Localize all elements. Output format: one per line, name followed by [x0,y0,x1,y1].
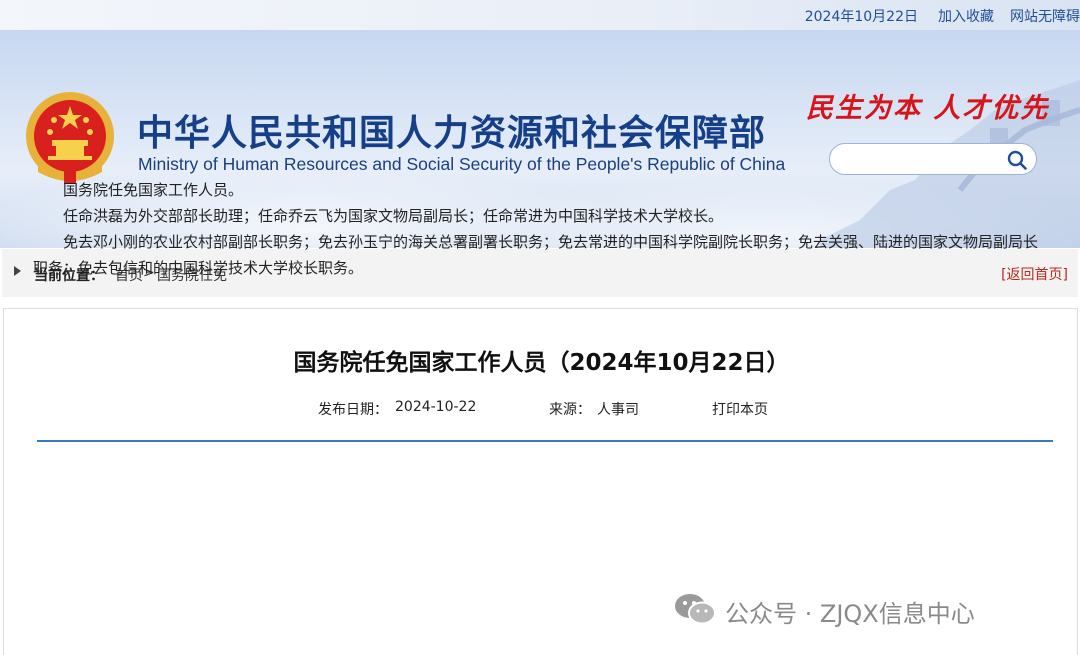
search-input[interactable] [842,150,1002,170]
slogan: 民生为本 人才优先 [806,93,1050,124]
search-box[interactable] [829,143,1037,175]
current-date: 2024年10月22日 [804,9,918,25]
article-title: 国务院任免国家工作人员（2024年10月22日） [293,350,790,376]
search-icon[interactable] [1006,149,1028,171]
source-label: 来源： [549,402,591,418]
ministry-name-en: Ministry of Human Resources and Social S… [138,154,786,174]
title-divider [37,440,1053,442]
print-page-link[interactable]: 打印本页 [712,399,768,419]
top-utility-bar: 2024年10月22日 加入收藏 网站无障碍 [0,0,1080,30]
watermark-text: 公众号 · ZJQX信息中心 [725,600,975,628]
triangle-right-icon [14,266,21,276]
source-value: 人事司 [597,402,639,418]
publish-date: 2024-10-22 [395,399,477,415]
article-body: 国务院任免国家工作人员。 任命洪磊为外交部部长助理；任命乔云飞为国家文物局副局长… [33,177,1049,281]
article-paragraph: 任命洪磊为外交部部长助理；任命乔云飞为国家文物局副局长；任命常进为中国科学技术大… [63,207,724,225]
wechat-icon [675,594,716,625]
article-paragraph: 免去邓小刚的农业农村部副部长职务；免去孙玉宁的海关总署副署长职务；免去常进的中国… [33,233,1039,277]
publish-date-label: 发布日期： [318,402,388,418]
add-favorite-link[interactable]: 加入收藏 [938,6,994,26]
national-emblem-icon [26,92,114,184]
article-paragraph: 国务院任免国家工作人员。 [63,181,244,199]
accessibility-link[interactable]: 网站无障碍 [1010,6,1080,26]
ministry-name-cn: 中华人民共和国人力资源和社会保障部 [137,113,767,154]
